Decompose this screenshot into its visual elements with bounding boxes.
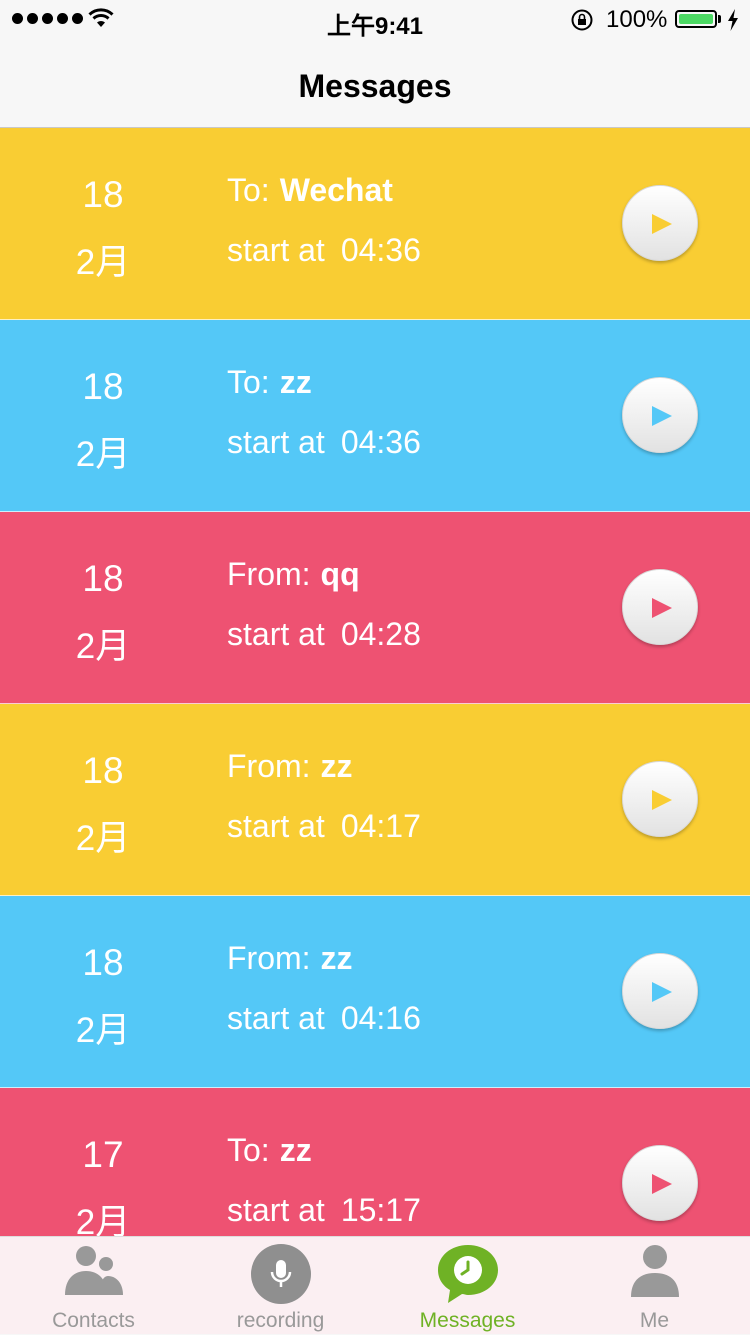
play-icon bbox=[652, 598, 672, 618]
play-button[interactable] bbox=[622, 569, 698, 645]
message-row[interactable]: 18 2月 From: qq start at 04:28 bbox=[0, 512, 750, 704]
start-label: start at bbox=[227, 1000, 325, 1036]
start-label: start at bbox=[227, 616, 325, 652]
message-party: To: Wechat bbox=[227, 172, 393, 209]
battery-percent: 100% bbox=[606, 6, 668, 33]
message-day: 18 bbox=[82, 558, 124, 599]
message-contact-name: Wechat bbox=[279, 172, 393, 208]
message-party: From: zz bbox=[227, 748, 353, 785]
message-start: start at 15:17 bbox=[227, 1192, 421, 1229]
message-month: 2月 bbox=[75, 1203, 131, 1236]
battery-icon bbox=[675, 10, 717, 28]
play-icon bbox=[652, 1174, 672, 1194]
message-day: 17 bbox=[82, 1134, 124, 1175]
play-button[interactable] bbox=[622, 953, 698, 1029]
message-row[interactable]: 18 2月 To: zz start at 04:36 bbox=[0, 320, 750, 512]
message-direction: To: bbox=[227, 1132, 270, 1168]
play-icon bbox=[652, 406, 672, 426]
message-direction: To: bbox=[227, 172, 270, 208]
message-row[interactable]: 18 2月 From: zz start at 04:17 bbox=[0, 704, 750, 896]
tab-messages[interactable]: Messages bbox=[374, 1237, 561, 1335]
start-time: 04:36 bbox=[340, 424, 421, 460]
tab-label: Me bbox=[639, 1309, 670, 1332]
message-month: 2月 bbox=[75, 1011, 131, 1050]
message-day: 18 bbox=[82, 750, 124, 791]
tab-label: Messages bbox=[419, 1309, 516, 1332]
start-label: start at bbox=[227, 1192, 325, 1228]
message-party: From: qq bbox=[227, 556, 360, 593]
start-label: start at bbox=[227, 808, 325, 844]
message-row[interactable]: 18 2月 To: Wechat start at 04:36 bbox=[0, 128, 750, 320]
message-start: start at 04:36 bbox=[227, 424, 421, 461]
start-time: 15:17 bbox=[340, 1192, 421, 1228]
person-icon bbox=[630, 1245, 679, 1297]
message-contact-name: zz bbox=[279, 1132, 312, 1168]
message-direction: From: bbox=[227, 556, 311, 592]
page-title: Messages bbox=[298, 68, 452, 104]
contacts-icon bbox=[64, 1246, 123, 1295]
message-contact-name: qq bbox=[320, 556, 360, 592]
start-label: start at bbox=[227, 232, 325, 268]
play-button[interactable] bbox=[622, 185, 698, 261]
message-row[interactable]: 17 2月 To: zz start at 15:17 bbox=[0, 1088, 750, 1236]
message-row[interactable]: 18 2月 From: zz start at 04:16 bbox=[0, 896, 750, 1088]
play-button[interactable] bbox=[622, 1145, 698, 1221]
message-contact-name: zz bbox=[279, 364, 312, 400]
start-time: 04:28 bbox=[340, 616, 421, 652]
play-icon bbox=[652, 214, 672, 234]
message-month: 2月 bbox=[75, 243, 131, 282]
charging-bolt-icon bbox=[728, 9, 738, 31]
message-month: 2月 bbox=[75, 435, 131, 474]
start-time: 04:16 bbox=[340, 1000, 421, 1036]
messages-clock-icon bbox=[437, 1245, 498, 1303]
message-start: start at 04:36 bbox=[227, 232, 421, 269]
microphone-icon bbox=[250, 1244, 311, 1304]
message-direction: From: bbox=[227, 940, 311, 976]
message-day: 18 bbox=[82, 942, 124, 983]
play-button[interactable] bbox=[622, 761, 698, 837]
tab-me[interactable]: Me bbox=[561, 1237, 748, 1335]
orientation-lock-icon bbox=[571, 9, 593, 31]
tab-contacts[interactable]: Contacts bbox=[0, 1237, 187, 1335]
message-start: start at 04:16 bbox=[227, 1000, 421, 1037]
tab-recording[interactable]: recording bbox=[187, 1237, 374, 1335]
message-contact-name: zz bbox=[320, 748, 353, 784]
message-contact-name: zz bbox=[320, 940, 353, 976]
message-month: 2月 bbox=[75, 819, 131, 858]
start-time: 04:36 bbox=[340, 232, 421, 268]
message-start: start at 04:28 bbox=[227, 616, 421, 653]
play-icon bbox=[652, 790, 672, 810]
message-day: 18 bbox=[82, 174, 124, 215]
message-direction: To: bbox=[227, 364, 270, 400]
message-party: To: zz bbox=[227, 364, 312, 401]
tab-label: Contacts bbox=[52, 1309, 135, 1332]
start-time: 04:17 bbox=[340, 808, 421, 844]
play-button[interactable] bbox=[622, 377, 698, 453]
tab-label: recording bbox=[236, 1309, 325, 1332]
status-bar: 上午9:41 100% bbox=[0, 0, 750, 40]
message-start: start at 04:17 bbox=[227, 808, 421, 845]
play-icon bbox=[652, 982, 672, 1002]
start-label: start at bbox=[227, 424, 325, 460]
message-list[interactable]: 18 2月 To: Wechat start at 04:36 18 2月 To: z… bbox=[0, 128, 750, 1236]
tab-bar: Contacts recording Messages Me bbox=[0, 1236, 750, 1334]
message-party: From: zz bbox=[227, 940, 353, 977]
message-direction: From: bbox=[227, 748, 311, 784]
message-party: To: zz bbox=[227, 1132, 312, 1169]
navigation-bar: Messages bbox=[0, 40, 750, 128]
battery-tip bbox=[718, 15, 721, 23]
message-month: 2月 bbox=[75, 627, 131, 666]
message-day: 18 bbox=[82, 366, 124, 407]
